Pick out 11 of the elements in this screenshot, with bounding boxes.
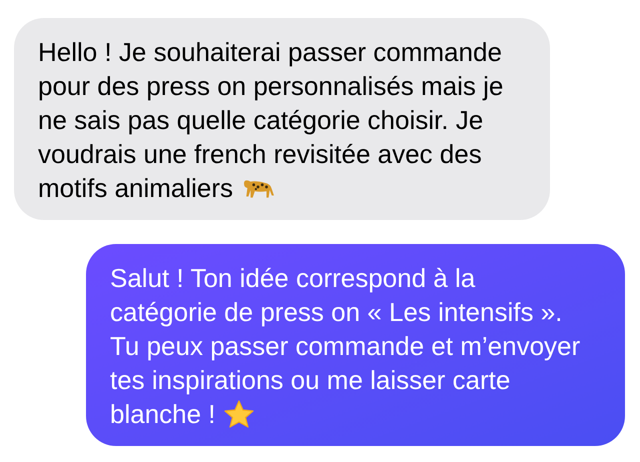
message-line: voudrais une french revisitée avec des bbox=[38, 138, 482, 171]
star-icon bbox=[224, 400, 254, 428]
message-line: pour des press on personnalisés mais je bbox=[38, 70, 504, 103]
message-line: catégorie de press on « Les intensifs ». bbox=[110, 296, 562, 329]
message-line: motifs animaliers bbox=[38, 172, 234, 205]
message-line: ne sais pas quelle catégorie choisir. Je bbox=[38, 104, 484, 137]
message-line: Tu peux passer commande et m’envoyer bbox=[110, 330, 580, 363]
message-line: Hello ! Je souhaiterai passer commande bbox=[38, 36, 502, 69]
message-line: Salut ! Ton idée correspond à la bbox=[110, 262, 476, 295]
message-line: tes inspirations ou me laisser carte bbox=[110, 364, 510, 397]
message-line: blanche ! bbox=[110, 398, 216, 431]
